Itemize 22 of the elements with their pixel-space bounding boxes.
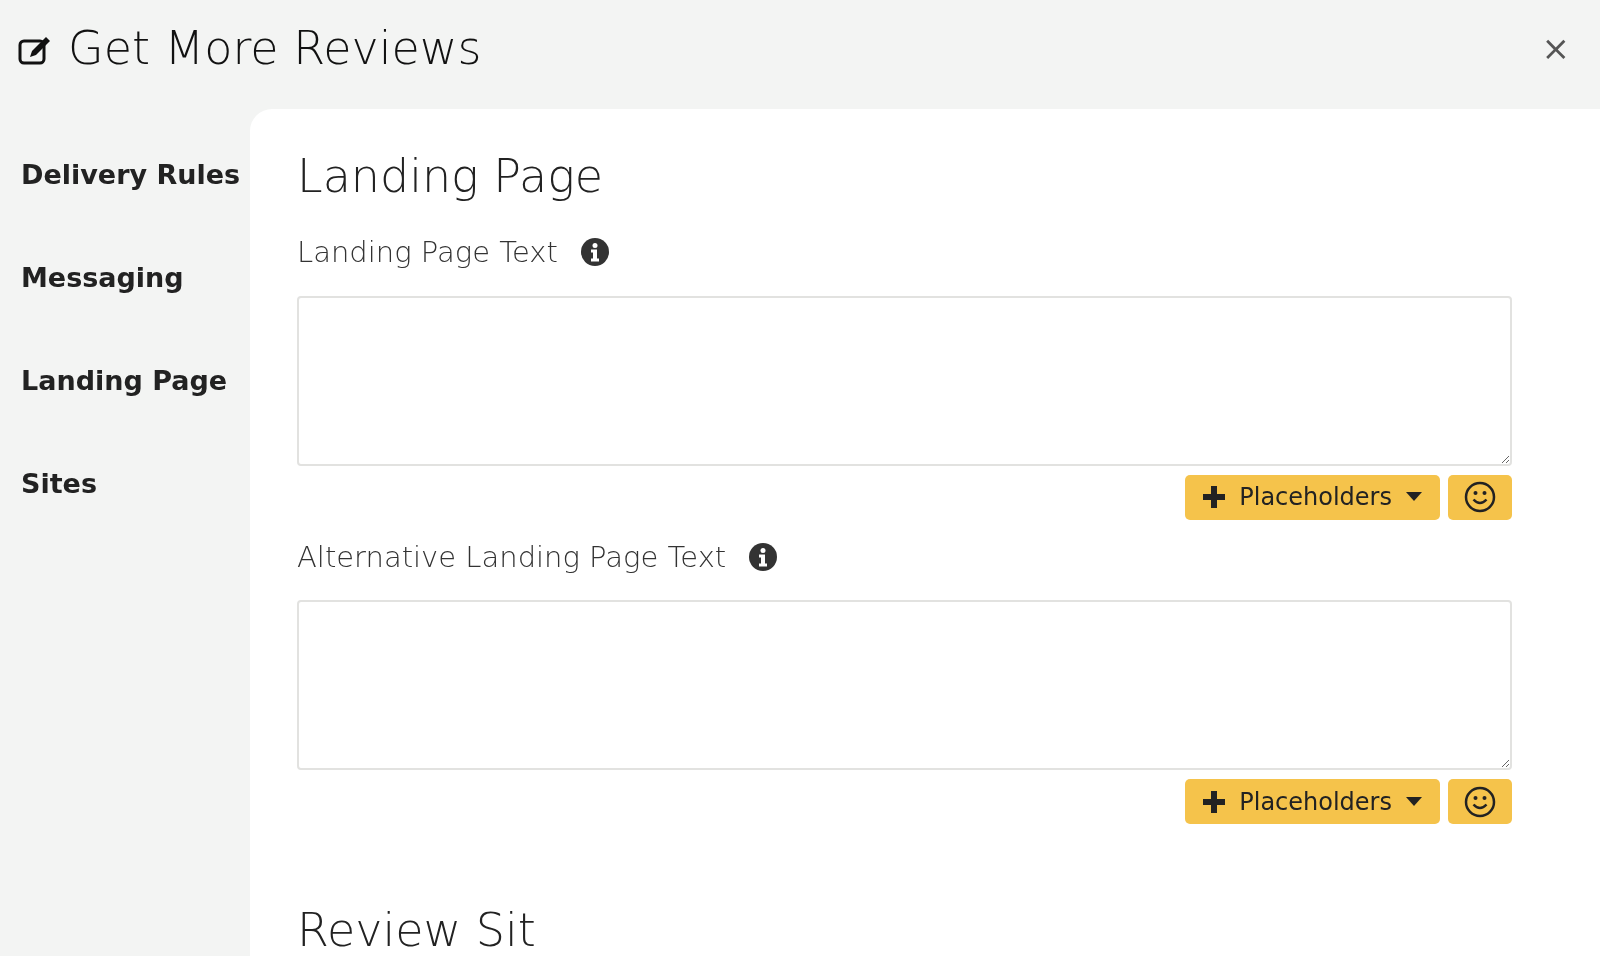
section-heading: Review Sit — [297, 904, 537, 956]
close-button[interactable]: × — [1531, 27, 1580, 68]
field-label: Landing Page Text — [297, 235, 558, 270]
emoji-button[interactable] — [1448, 474, 1512, 520]
placeholders-button[interactable]: Placeholders — [1185, 779, 1440, 824]
emoji-button[interactable] — [1448, 779, 1512, 824]
sidebar-item[interactable]: Landing Page — [0, 361, 250, 400]
info-icon[interactable] — [748, 541, 779, 572]
info-icon[interactable] — [579, 237, 610, 268]
caret-icon — [1406, 492, 1422, 502]
sidebar-item[interactable]: Delivery Rules — [0, 155, 250, 194]
plus-icon — [1203, 790, 1226, 813]
caret-icon — [1406, 796, 1422, 807]
sidebar-item[interactable]: Sites — [0, 464, 250, 503]
smiley-icon — [1464, 481, 1496, 513]
section-heading: Landing Page — [297, 148, 605, 205]
field-label: Alternative Landing Page Text — [297, 539, 727, 574]
plus-icon — [1203, 486, 1226, 508]
placeholders-button[interactable]: Placeholders — [1185, 474, 1440, 520]
sidebar-item[interactable]: Messaging — [0, 258, 250, 297]
dialog-title: Get More Reviews — [68, 20, 483, 77]
smiley-icon — [1464, 785, 1496, 818]
